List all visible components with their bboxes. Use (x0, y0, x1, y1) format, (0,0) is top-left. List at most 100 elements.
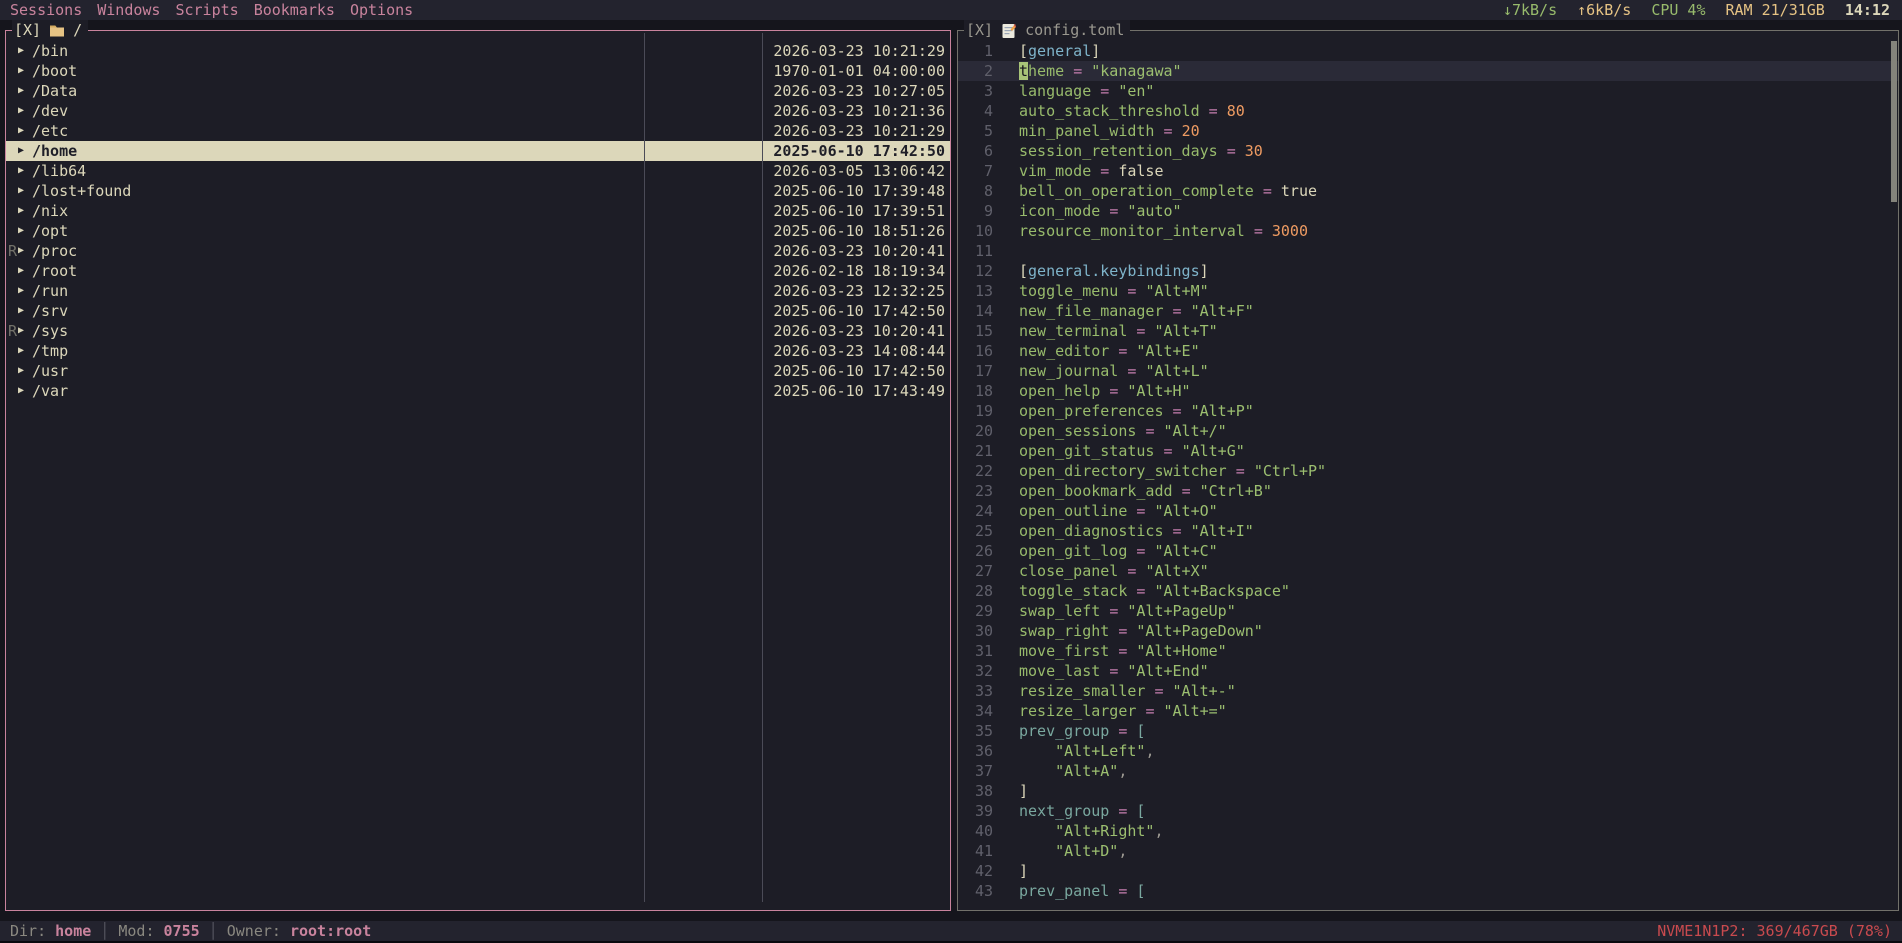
editor-line-7[interactable]: 7vim_mode = false (958, 161, 1898, 181)
editor-line-40[interactable]: 40 "Alt+Right", (958, 821, 1898, 841)
expand-arrow-icon[interactable]: ▶ (18, 281, 24, 301)
editor-line-39[interactable]: 39next_group = [ (958, 801, 1898, 821)
editor-scrollbar[interactable] (1891, 41, 1897, 202)
tree-row-usr[interactable]: ▶/usr2025-06-10 17:42:50 (6, 361, 950, 381)
editor-line-1[interactable]: 1[general] (958, 41, 1898, 61)
editor-line-24[interactable]: 24open_outline = "Alt+O" (958, 501, 1898, 521)
editor-line-14[interactable]: 14new_file_manager = "Alt+F" (958, 301, 1898, 321)
menu-item-sessions[interactable]: Sessions (10, 0, 82, 20)
expand-arrow-icon[interactable]: ▶ (18, 81, 24, 101)
tree-row-dev[interactable]: ▶/dev2026-03-23 10:21:36 (6, 101, 950, 121)
editor-line-23[interactable]: 23open_bookmark_add = "Ctrl+B" (958, 481, 1898, 501)
expand-arrow-icon[interactable]: ▶ (18, 321, 24, 341)
editor-line-20[interactable]: 20open_sessions = "Alt+/" (958, 421, 1898, 441)
editor-line-5[interactable]: 5min_panel_width = 20 (958, 121, 1898, 141)
editor-line-19[interactable]: 19open_preferences = "Alt+P" (958, 401, 1898, 421)
editor-line-17[interactable]: 17new_journal = "Alt+L" (958, 361, 1898, 381)
editor-line-30[interactable]: 30swap_right = "Alt+PageDown" (958, 621, 1898, 641)
dir-name: /var (32, 381, 68, 401)
tree-row-opt[interactable]: ▶/opt2025-06-10 18:51:26 (6, 221, 950, 241)
tree-row-sys[interactable]: R▶/sys2026-03-23 10:20:41 (6, 321, 950, 341)
menu-item-bookmarks[interactable]: Bookmarks (254, 0, 335, 20)
editor-line-15[interactable]: 15new_terminal = "Alt+T" (958, 321, 1898, 341)
expand-arrow-icon[interactable]: ▶ (18, 41, 24, 61)
expand-arrow-icon[interactable]: ▶ (18, 241, 24, 261)
expand-arrow-icon[interactable]: ▶ (18, 61, 24, 81)
menu-item-options[interactable]: Options (350, 0, 413, 20)
line-content: prev_group = [ (1019, 721, 1145, 741)
line-content: session_retention_days = 30 (1019, 141, 1263, 161)
editor-line-18[interactable]: 18open_help = "Alt+H" (958, 381, 1898, 401)
tree-row-etc[interactable]: ▶/etc2026-03-23 10:21:29 (6, 121, 950, 141)
close-editor-button[interactable]: [X] (966, 20, 993, 40)
editor-line-22[interactable]: 22open_directory_switcher = "Ctrl+P" (958, 461, 1898, 481)
tree-row-tmp[interactable]: ▶/tmp2026-03-23 14:08:44 (6, 341, 950, 361)
line-content: "Alt+D", (1019, 841, 1127, 861)
editor-line-34[interactable]: 34resize_larger = "Alt+=" (958, 701, 1898, 721)
editor-line-4[interactable]: 4auto_stack_threshold = 80 (958, 101, 1898, 121)
tree-row-bin[interactable]: ▶/bin2026-03-23 10:21:29 (6, 41, 950, 61)
tree-row-run[interactable]: ▶/run2026-03-23 12:32:25 (6, 281, 950, 301)
modified-date: 2026-03-05 13:06:42 (773, 161, 945, 181)
editor-line-32[interactable]: 32move_last = "Alt+End" (958, 661, 1898, 681)
expand-arrow-icon[interactable]: ▶ (18, 101, 24, 121)
menu-item-windows[interactable]: Windows (97, 0, 160, 20)
editor-line-8[interactable]: 8bell_on_operation_complete = true (958, 181, 1898, 201)
expand-arrow-icon[interactable]: ▶ (18, 161, 24, 181)
editor-line-21[interactable]: 21open_git_status = "Alt+G" (958, 441, 1898, 461)
tree-row-proc[interactable]: R▶/proc2026-03-23 10:20:41 (6, 241, 950, 261)
editor-line-9[interactable]: 9icon_mode = "auto" (958, 201, 1898, 221)
expand-arrow-icon[interactable]: ▶ (18, 141, 24, 161)
tree-row-root[interactable]: ▶/root2026-02-18 18:19:34 (6, 261, 950, 281)
expand-arrow-icon[interactable]: ▶ (18, 381, 24, 401)
editor-line-41[interactable]: 41 "Alt+D", (958, 841, 1898, 861)
tree-row-var[interactable]: ▶/var2025-06-10 17:43:49 (6, 381, 950, 401)
expand-arrow-icon[interactable]: ▶ (18, 201, 24, 221)
editor-line-10[interactable]: 10resource_monitor_interval = 3000 (958, 221, 1898, 241)
editor-line-16[interactable]: 16new_editor = "Alt+E" (958, 341, 1898, 361)
dir-name: /etc (32, 121, 68, 141)
editor-line-26[interactable]: 26open_git_log = "Alt+C" (958, 541, 1898, 561)
expand-arrow-icon[interactable]: ▶ (18, 261, 24, 281)
editor-line-33[interactable]: 33resize_smaller = "Alt+-" (958, 681, 1898, 701)
editor-line-37[interactable]: 37 "Alt+A", (958, 761, 1898, 781)
line-number: 11 (958, 241, 993, 261)
expand-arrow-icon[interactable]: ▶ (18, 341, 24, 361)
line-number: 20 (958, 421, 993, 441)
editor-line-3[interactable]: 3language = "en" (958, 81, 1898, 101)
expand-arrow-icon[interactable]: ▶ (18, 301, 24, 321)
editor-line-43[interactable]: 43prev_panel = [ (958, 881, 1898, 901)
editor-line-12[interactable]: 12[general.keybindings] (958, 261, 1898, 281)
editor-line-27[interactable]: 27close_panel = "Alt+X" (958, 561, 1898, 581)
tree-row-srv[interactable]: ▶/srv2025-06-10 17:42:50 (6, 301, 950, 321)
editor-line-38[interactable]: 38] (958, 781, 1898, 801)
line-content: move_first = "Alt+Home" (1019, 641, 1227, 661)
editor-line-42[interactable]: 42] (958, 861, 1898, 881)
status-label: Dir: (10, 922, 55, 940)
editor-line-29[interactable]: 29swap_left = "Alt+PageUp" (958, 601, 1898, 621)
editor-line-31[interactable]: 31 move_first = "Alt+Home" (958, 641, 1898, 661)
editor-line-36[interactable]: 36 "Alt+Left", (958, 741, 1898, 761)
expand-arrow-icon[interactable]: ▶ (18, 181, 24, 201)
expand-arrow-icon[interactable]: ▶ (18, 121, 24, 141)
line-number: 31 (958, 641, 993, 661)
editor-line-35[interactable]: 35prev_group = [ (958, 721, 1898, 741)
expand-arrow-icon[interactable]: ▶ (18, 361, 24, 381)
line-number: 19 (958, 401, 993, 421)
tree-row-boot[interactable]: ▶/boot1970-01-01 04:00:00 (6, 61, 950, 81)
close-panel-button[interactable]: [X] (14, 20, 41, 40)
editor-line-25[interactable]: 25open_diagnostics = "Alt+I" (958, 521, 1898, 541)
editor-line-11[interactable]: 11 (958, 241, 1898, 261)
editor-line-13[interactable]: 13toggle_menu = "Alt+M" (958, 281, 1898, 301)
editor-line-6[interactable]: 6session_retention_days = 30 (958, 141, 1898, 161)
expand-arrow-icon[interactable]: ▶ (18, 221, 24, 241)
tree-row-nix[interactable]: ▶/nix2025-06-10 17:39:51 (6, 201, 950, 221)
tree-row-data[interactable]: ▶/Data2026-03-23 10:27:05 (6, 81, 950, 101)
menu-item-scripts[interactable]: Scripts (175, 0, 238, 20)
tree-row-lib64[interactable]: ▶/lib642026-03-05 13:06:42 (6, 161, 950, 181)
editor-line-2[interactable]: 2theme = "kanagawa" (958, 61, 1898, 81)
tree-row-home[interactable]: ▶/home2025-06-10 17:42:50 (6, 141, 950, 161)
tree-row-lostfound[interactable]: ▶/lost+found2025-06-10 17:39:48 (6, 181, 950, 201)
modified-date: 2026-03-23 10:20:41 (773, 321, 945, 341)
editor-line-28[interactable]: 28toggle_stack = "Alt+Backspace" (958, 581, 1898, 601)
